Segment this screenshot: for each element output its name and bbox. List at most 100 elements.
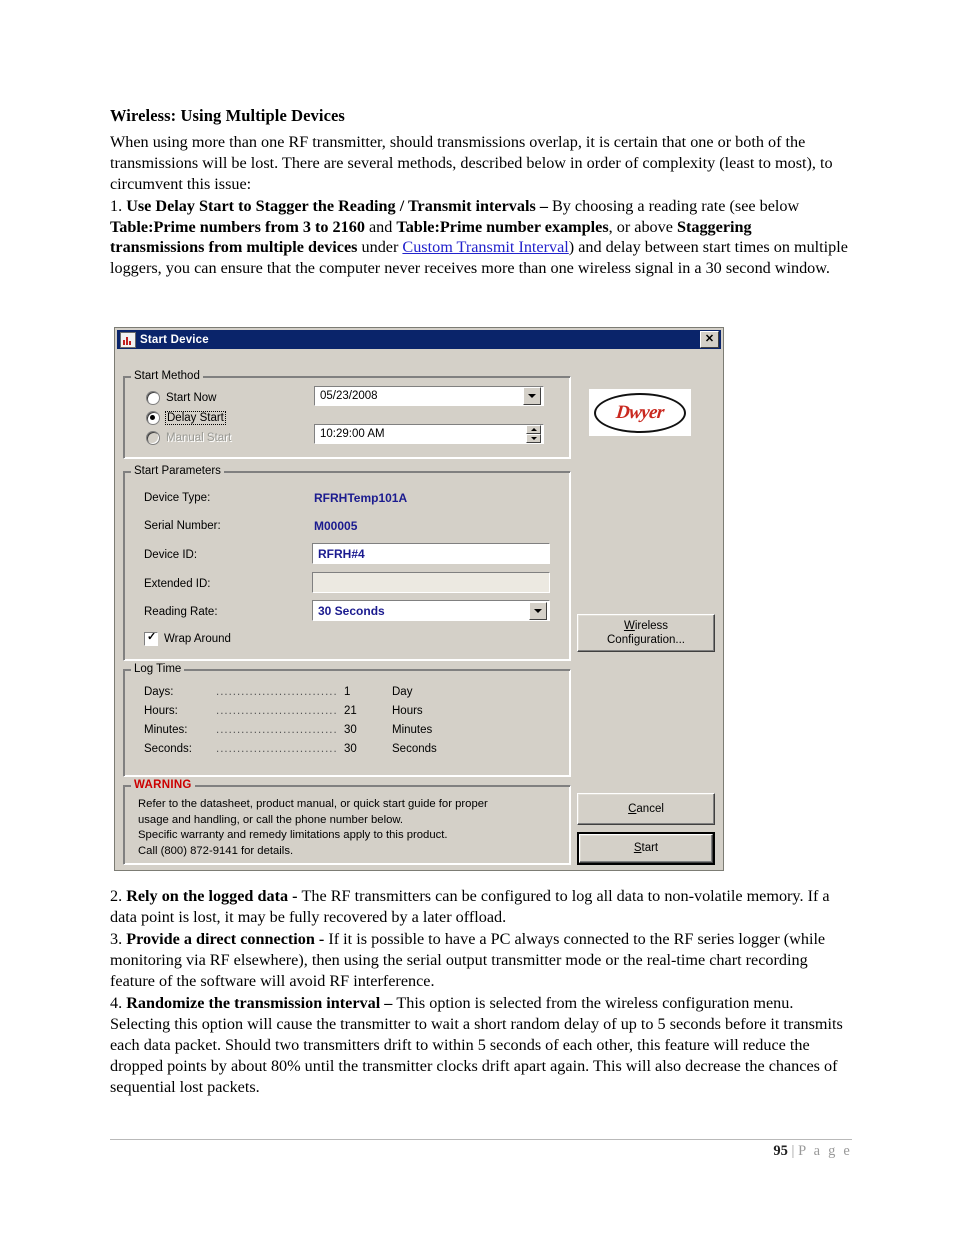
page-title: Wireless: Using Multiple Devices [110, 106, 345, 125]
log-time-group: Log Time Days: .........................… [123, 663, 571, 777]
log-time-value: 1 [344, 686, 351, 698]
start-button[interactable]: Start [577, 832, 715, 865]
wireless-label-line2: Configuration... [607, 634, 685, 646]
warning-text: Refer to the datasheet, product manual, … [138, 797, 558, 859]
start-date-input[interactable]: 05/23/2008 [314, 386, 544, 406]
document-top-block: Wireless: Using Multiple Devices When us… [110, 106, 850, 280]
radio-icon-delay-start [146, 410, 160, 425]
serial-number-label: Serial Number: [144, 520, 221, 532]
log-time-unit: Seconds [392, 743, 437, 755]
time-spinner[interactable] [526, 425, 541, 443]
log-time-row: Hours: .................................… [144, 705, 544, 722]
warning-line-3: Specific warranty and remedy limitations… [138, 829, 448, 842]
page: Wireless: Using Multiple Devices When us… [0, 0, 954, 1235]
start-accelerator: S [633, 842, 642, 855]
checkbox-icon: ✓ [144, 632, 158, 646]
log-time-name: Days: [144, 686, 174, 698]
spinner-up-icon[interactable] [526, 425, 541, 434]
start-parameters-legend: Start Parameters [131, 465, 224, 477]
start-label-rest: tart [641, 842, 659, 855]
document-bottom-block: 2. Rely on the logged data - The RF tran… [110, 886, 852, 1099]
radio-icon-manual-start [146, 430, 160, 445]
chevron-down-icon[interactable] [523, 387, 541, 405]
wireless-accelerator: W [623, 619, 635, 632]
item1-bold-d: Table:Prime number examples [396, 217, 609, 236]
item3-bold-lead: Provide a direct connection - [126, 929, 329, 948]
warning-line-4: Call (800) 872-9141 for details. [138, 844, 294, 857]
cancel-button[interactable]: Cancel [577, 793, 715, 825]
device-id-input[interactable]: RFRH#4 [312, 543, 550, 564]
log-time-value: 30 [344, 743, 357, 755]
cancel-label-rest: ancel [636, 802, 664, 815]
wireless-label-rest: ireless [634, 619, 669, 632]
list-item-1: 1. Use Delay Start to Stagger the Readin… [110, 196, 850, 280]
chevron-down-icon[interactable] [529, 601, 547, 620]
radio-manual-start[interactable]: Manual Start [146, 430, 231, 445]
item1-text-e: , or above [608, 217, 677, 236]
warning-line-1: Refer to the datasheet, product manual, … [138, 798, 488, 810]
custom-transmit-interval-link[interactable]: Custom Transmit Interval [402, 238, 568, 256]
item1-number: 1. [110, 196, 127, 215]
warning-legend: WARNING [131, 779, 195, 791]
logo-text: Dwyer [615, 401, 665, 423]
radio-label-start-now: Start Now [166, 391, 217, 404]
close-icon[interactable]: ✕ [700, 331, 719, 348]
item3-number: 3. [110, 929, 127, 948]
start-device-dialog[interactable]: Start Device ✕ Start Method Start Now De… [115, 328, 723, 870]
dialog-title: Start Device [140, 333, 209, 346]
dwyer-logo: Dwyer [589, 389, 691, 436]
item1-bold-b: Table:Prime numbers from 3 to 2160 [110, 217, 365, 236]
start-time-value: 10:29:00 AM [320, 428, 385, 440]
start-parameters-group: Start Parameters Device Type: RFRHTemp10… [123, 465, 571, 661]
wireless-configuration-button[interactable]: Wireless Configuration... [577, 614, 715, 652]
log-time-row: Days: ..................................… [144, 686, 544, 703]
log-time-name: Seconds: [144, 743, 192, 755]
log-time-unit: Hours [392, 705, 423, 717]
log-time-dots: ...................................... [216, 743, 336, 755]
reading-rate-select[interactable]: 30 Seconds [312, 600, 550, 621]
dialog-body: Start Method Start Now Delay Start Manua… [117, 349, 721, 870]
radio-delay-start[interactable]: Delay Start [146, 410, 226, 425]
footer-separator: | [787, 1143, 799, 1159]
item4-number: 4. [110, 993, 127, 1012]
extended-id-label: Extended ID: [144, 578, 211, 590]
item2-number: 2. [110, 887, 127, 905]
device-type-label: Device Type: [144, 492, 211, 504]
device-id-value: RFRH#4 [318, 546, 365, 561]
extended-id-input[interactable] [312, 572, 550, 593]
log-time-dots: ...................................... [216, 724, 336, 736]
warning-group: WARNING Refer to the datasheet, product … [123, 779, 571, 865]
footer-page-word: P a g e [798, 1143, 852, 1159]
log-time-value: 30 [344, 724, 357, 736]
radio-start-now[interactable]: Start Now [146, 390, 217, 405]
start-date-value: 05/23/2008 [320, 390, 378, 402]
log-time-value: 21 [344, 705, 357, 717]
start-method-legend: Start Method [131, 370, 203, 382]
device-type-value: RFRHTemp101A [314, 491, 408, 505]
spinner-down-icon[interactable] [526, 434, 541, 443]
intro-paragraph: When using more than one RF transmitter,… [110, 132, 850, 195]
radio-label-delay-start: Delay Start [165, 410, 226, 425]
logo-oval: Dwyer [594, 392, 686, 433]
footer-divider [110, 1139, 852, 1140]
warning-line-2: usage and handling, or call the phone nu… [138, 813, 404, 826]
log-time-legend: Log Time [131, 663, 185, 675]
wrap-around-checkbox[interactable]: ✓ Wrap Around [144, 632, 231, 646]
start-time-input[interactable]: 10:29:00 AM [314, 424, 544, 444]
log-time-name: Minutes: [144, 724, 188, 736]
log-time-row: Minutes: ...............................… [144, 724, 544, 741]
device-id-label: Device ID: [144, 549, 198, 561]
radio-label-manual-start: Manual Start [166, 431, 232, 444]
log-time-unit: Minutes [392, 724, 433, 736]
list-item-2: 2. Rely on the logged data - The RF tran… [110, 886, 852, 928]
dialog-titlebar[interactable]: Start Device ✕ [117, 330, 721, 349]
item1-text-g: under [357, 238, 403, 257]
serial-number-value: M00005 [314, 519, 358, 533]
reading-rate-value: 30 Seconds [318, 603, 385, 618]
log-time-name: Hours: [144, 705, 178, 717]
item1-text-c: and [364, 217, 397, 236]
item1-bold-lead: Use Delay Start to Stagger the Reading /… [126, 196, 552, 215]
log-time-dots: ...................................... [216, 686, 336, 698]
log-time-unit: Day [392, 686, 413, 698]
page-footer: 95 | P a g e [110, 1143, 852, 1160]
